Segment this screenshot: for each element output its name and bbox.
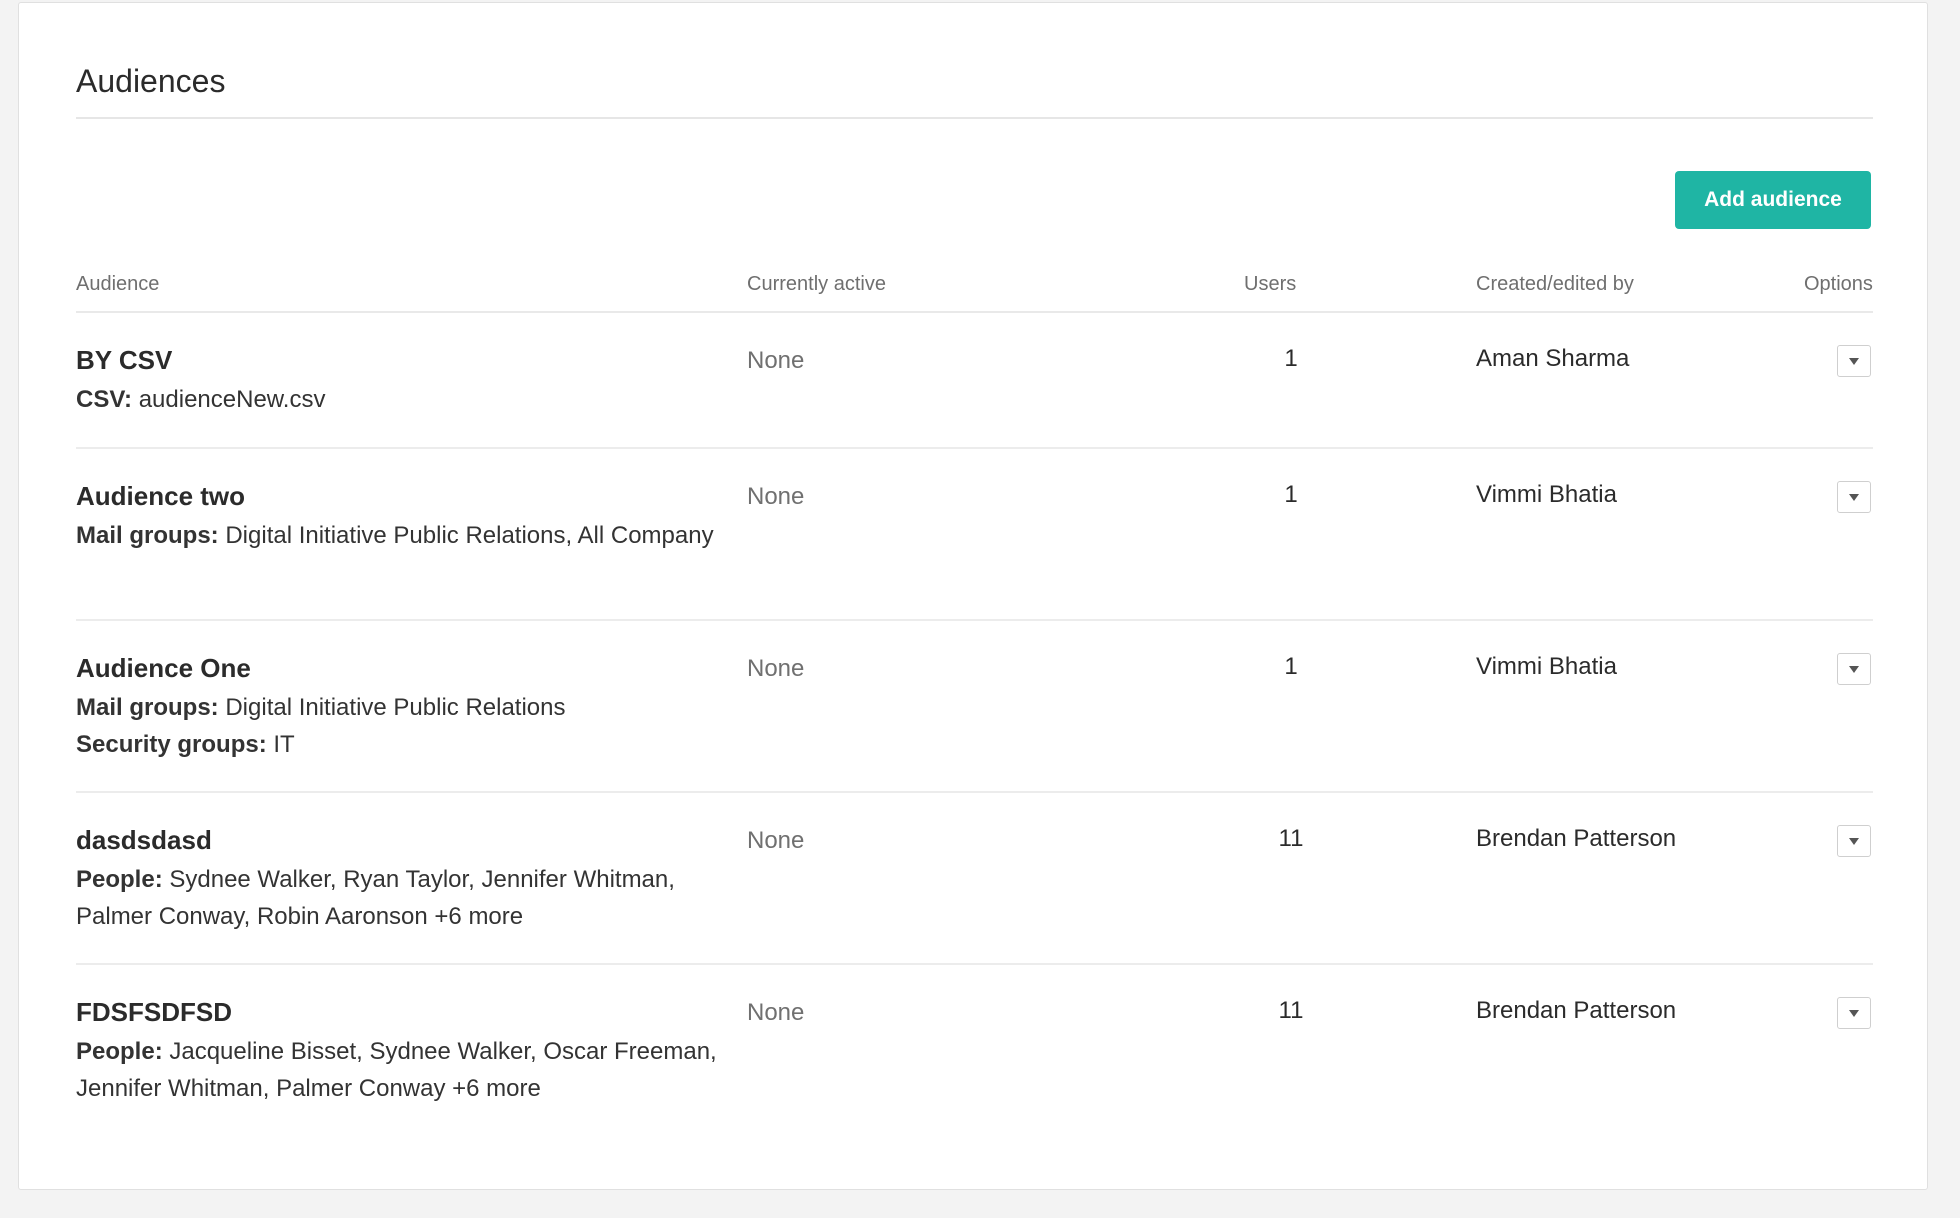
audience-name: FDSFSDFSD (76, 997, 232, 1027)
options-dropdown-button[interactable] (1837, 825, 1871, 857)
currently-active-value: None (747, 483, 805, 510)
column-header-users: Users (1244, 273, 1297, 295)
audience-detail: People: Sydnee Walker, Ryan Taylor, Jenn… (76, 861, 726, 935)
detail-label: CSV: (76, 386, 133, 413)
header-divider (76, 311, 1873, 313)
detail-label: People: (76, 1038, 163, 1065)
add-audience-button[interactable]: Add audience (1675, 171, 1871, 229)
chevron-down-icon (1849, 837, 1859, 845)
options-dropdown-button[interactable] (1837, 481, 1871, 513)
row-divider (76, 963, 1873, 965)
detail-value: Digital Initiative Public Relations (225, 694, 566, 721)
detail-label: Mail groups: (76, 694, 219, 721)
options-dropdown-button[interactable] (1837, 345, 1871, 377)
chevron-down-icon (1849, 665, 1859, 673)
audience-detail: Mail groups: Digital Initiative Public R… (76, 517, 726, 554)
users-count: 1 (1284, 653, 1298, 680)
audience-name: dasdsdasd (76, 825, 212, 855)
created-by-name: Brendan Patterson (1476, 825, 1677, 852)
chevron-down-icon (1849, 493, 1859, 501)
detail-value: Sydnee Walker, Ryan Taylor, Jennifer Whi… (76, 866, 675, 930)
detail-value: audienceNew.csv (138, 386, 326, 413)
detail-value: Digital Initiative Public Relations, All… (225, 522, 714, 549)
detail-value: IT (273, 731, 295, 758)
created-by-name: Brendan Patterson (1476, 997, 1677, 1024)
audience-detail: People: Jacqueline Bisset, Sydnee Walker… (76, 1033, 726, 1107)
audience-detail: Mail groups: Digital Initiative Public R… (76, 689, 726, 726)
users-count: 11 (1278, 997, 1304, 1024)
column-header-created-by: Created/edited by (1476, 273, 1634, 295)
options-dropdown-button[interactable] (1837, 653, 1871, 685)
users-count: 11 (1278, 825, 1304, 852)
users-count: 1 (1284, 481, 1298, 508)
audiences-panel: Audiences Add audience Audience Currentl… (18, 2, 1928, 1190)
users-count: 1 (1284, 345, 1298, 372)
column-header-options: Options (1804, 273, 1873, 295)
chevron-down-icon (1849, 1009, 1859, 1017)
detail-value: Jacqueline Bisset, Sydnee Walker, Oscar … (76, 1038, 717, 1102)
column-header-audience: Audience (76, 273, 160, 295)
audience-detail: CSV: audienceNew.csv (76, 381, 726, 418)
created-by-name: Vimmi Bhatia (1476, 481, 1617, 508)
currently-active-value: None (747, 999, 805, 1026)
page-title: Audiences (76, 63, 226, 99)
audience-detail: Security groups: IT (76, 726, 726, 763)
audience-name: Audience One (76, 653, 251, 683)
title-divider (76, 117, 1873, 119)
options-dropdown-button[interactable] (1837, 997, 1871, 1029)
audience-name: Audience two (76, 481, 246, 511)
audience-name: BY CSV (76, 345, 173, 375)
detail-label: Security groups: (76, 731, 267, 758)
currently-active-value: None (747, 827, 805, 854)
detail-label: Mail groups: (76, 522, 219, 549)
column-header-currently-active: Currently active (747, 273, 886, 295)
row-divider (76, 619, 1873, 621)
currently-active-value: None (747, 347, 805, 374)
row-divider (76, 447, 1873, 449)
chevron-down-icon (1849, 357, 1859, 365)
currently-active-value: None (747, 655, 805, 682)
row-divider (76, 791, 1873, 793)
created-by-name: Vimmi Bhatia (1476, 653, 1617, 680)
detail-label: People: (76, 866, 163, 893)
created-by-name: Aman Sharma (1476, 345, 1630, 372)
